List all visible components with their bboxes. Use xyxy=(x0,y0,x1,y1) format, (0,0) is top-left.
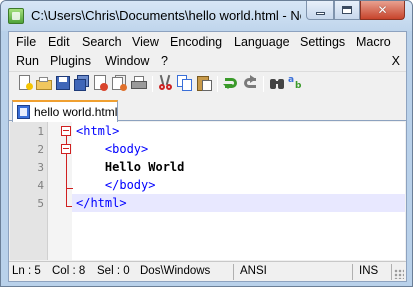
status-divider xyxy=(391,264,392,280)
find-icon[interactable] xyxy=(269,75,286,92)
save-all-icon[interactable] xyxy=(74,75,91,92)
code-editor[interactable]: 1 2 3 4 5 <html> <body> Hello World </bo… xyxy=(10,122,405,260)
status-eol: Dos\Windows xyxy=(140,265,211,277)
tab-hello-world[interactable]: hello world.html xyxy=(12,100,118,122)
redo-icon[interactable] xyxy=(242,75,259,92)
code-line[interactable]: <html> xyxy=(72,122,405,140)
save-icon[interactable] xyxy=(55,75,72,92)
line-number: 1 xyxy=(37,125,44,138)
close-document-button[interactable]: X xyxy=(392,54,400,68)
app-icon[interactable] xyxy=(8,8,24,24)
replace-icon[interactable]: a b xyxy=(288,75,305,92)
menu-row-1: File Edit Search View Encoding Language … xyxy=(9,33,406,52)
line-number: 5 xyxy=(37,197,44,210)
code-token: <body> xyxy=(76,142,149,156)
status-selection: Sel : 0 xyxy=(97,265,130,277)
minimize-button[interactable] xyxy=(306,1,334,20)
status-line: Ln : 5 xyxy=(12,265,41,277)
menu-plugins[interactable]: Plugins xyxy=(50,54,91,68)
status-divider xyxy=(233,264,234,280)
status-divider xyxy=(352,264,353,280)
close-all-icon[interactable] xyxy=(112,75,129,92)
status-column: Col : 8 xyxy=(52,265,86,277)
fold-line xyxy=(66,136,67,144)
close-icon: ✕ xyxy=(377,3,388,17)
code-token: <html> xyxy=(76,124,120,138)
toolbar: a b xyxy=(9,71,406,95)
menu-run[interactable]: Run xyxy=(16,54,39,68)
status-bar: Ln : 5 Col : 8 Sel : 0 Dos\Windows ANSI … xyxy=(9,261,406,281)
code-token: </body> xyxy=(76,178,156,192)
title-bar[interactable]: C:\Users\Chris\Documents\hello world.htm… xyxy=(1,1,412,31)
menu-help[interactable]: ? xyxy=(161,54,168,68)
maximize-button[interactable] xyxy=(334,1,360,20)
code-line-current[interactable]: </html> xyxy=(72,194,405,212)
fold-toggle-body[interactable] xyxy=(61,144,71,154)
toolbar-separator xyxy=(263,76,264,92)
menu-encoding[interactable]: Encoding xyxy=(170,35,222,49)
menu-window[interactable]: Window xyxy=(105,54,149,68)
client-area: File Edit Search View Encoding Language … xyxy=(8,31,407,282)
resize-grip[interactable] xyxy=(394,269,404,279)
paste-icon[interactable] xyxy=(196,75,213,92)
code-line[interactable]: Hello World xyxy=(72,158,405,176)
code-token: </html> xyxy=(76,196,127,210)
menu-bar: File Edit Search View Encoding Language … xyxy=(9,32,406,71)
code-line[interactable]: </body> xyxy=(72,176,405,194)
menu-settings[interactable]: Settings xyxy=(300,35,345,49)
copy-icon[interactable] xyxy=(177,75,194,92)
undo-icon[interactable] xyxy=(223,75,240,92)
window-title: C:\Users\Chris\Documents\hello world.htm… xyxy=(31,8,301,23)
tab-label: hello world.html xyxy=(34,105,118,119)
maximize-icon xyxy=(342,6,352,14)
toolbar-separator xyxy=(217,76,218,92)
line-number: 2 xyxy=(37,143,44,156)
app-window: C:\Users\Chris\Documents\hello world.htm… xyxy=(0,0,413,287)
fold-toggle-html[interactable] xyxy=(61,126,71,136)
save-state-icon xyxy=(17,105,30,119)
menu-view[interactable]: View xyxy=(132,35,159,49)
open-file-icon[interactable] xyxy=(36,75,53,92)
menu-language[interactable]: Language xyxy=(234,35,290,49)
cut-icon[interactable] xyxy=(158,74,175,92)
line-number: 4 xyxy=(37,179,44,192)
close-file-icon[interactable] xyxy=(93,75,110,92)
fold-line xyxy=(66,154,67,206)
tab-strip: hello world.html xyxy=(9,96,406,122)
fold-margin[interactable] xyxy=(48,122,72,260)
menu-row-2: Run Plugins Window ? X xyxy=(9,52,406,71)
code-token: Hello World xyxy=(76,160,185,174)
minimize-icon xyxy=(315,11,325,15)
close-window-button[interactable]: ✕ xyxy=(360,1,405,20)
new-file-icon[interactable] xyxy=(17,75,34,92)
line-number: 3 xyxy=(37,161,44,174)
code-line[interactable]: <body> xyxy=(72,140,405,158)
toolbar-separator xyxy=(152,76,153,92)
menu-file[interactable]: File xyxy=(16,35,36,49)
menu-search[interactable]: Search xyxy=(82,35,122,49)
menu-edit[interactable]: Edit xyxy=(48,35,70,49)
menu-macro[interactable]: Macro xyxy=(356,35,391,49)
status-insert-mode: INS xyxy=(359,265,379,277)
print-icon[interactable] xyxy=(131,75,148,92)
status-encoding: ANSI xyxy=(240,265,267,277)
